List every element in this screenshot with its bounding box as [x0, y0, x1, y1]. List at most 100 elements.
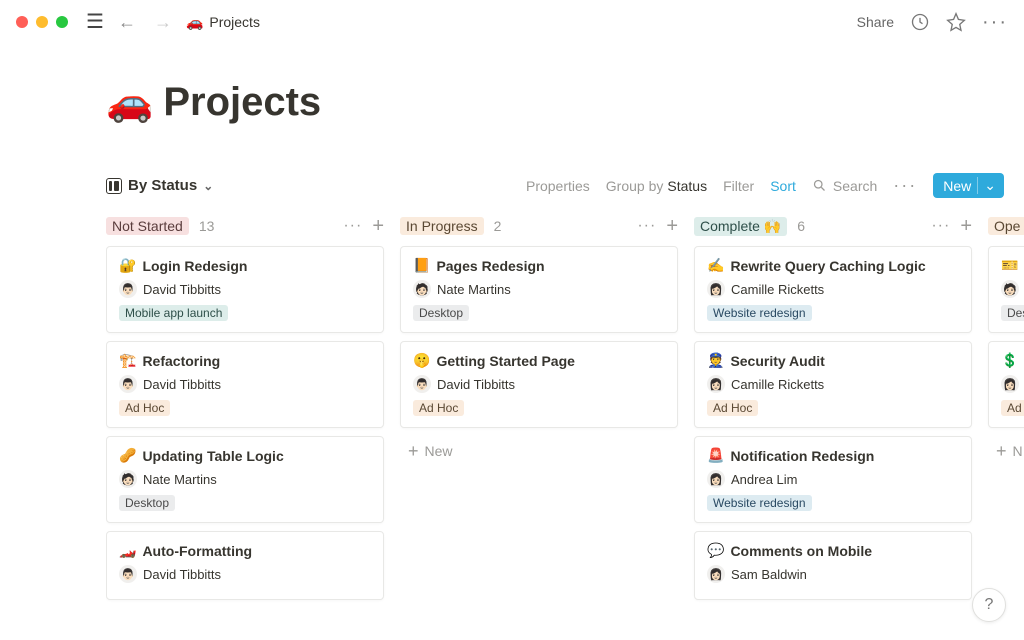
card-icon: 👮 [707, 352, 724, 369]
board-column: Complete 🙌6···+✍️Rewrite Query Caching L… [694, 216, 972, 608]
window-close[interactable] [16, 16, 28, 28]
avatar: 👩🏻 [1001, 375, 1019, 393]
assignee-name: Camille Ricketts [731, 282, 824, 297]
groupby-value: Status [667, 178, 707, 194]
breadcrumb-icon: 🚗 [186, 14, 203, 31]
card[interactable]: 👮Security Audit👩🏻Camille RickettsAd Hoc [694, 341, 972, 428]
card[interactable]: 🏎️Auto-Formatting👨🏻David Tibbitts [106, 531, 384, 600]
page-title: 🚗 Projects [106, 80, 1024, 125]
column-more-icon[interactable]: ··· [343, 217, 362, 235]
card-icon: 🎫 [1001, 257, 1018, 274]
card-assignee: 👨🏻David Tibbitts [413, 375, 665, 393]
traffic-lights [16, 16, 68, 28]
chevron-down-icon: ⌄ [203, 179, 213, 193]
help-button[interactable]: ? [972, 588, 1006, 622]
card-title-text: Rewrite Query Caching Logic [730, 258, 925, 274]
column-header: Complete 🙌6···+ [694, 216, 972, 236]
search-button[interactable]: Search [812, 178, 877, 194]
column-header: Ope···+ [988, 216, 1024, 236]
card[interactable]: 🎫P🧑🏻NDes [988, 246, 1024, 333]
card-assignee: 🧑🏻Nate Martins [413, 280, 665, 298]
column-name[interactable]: Not Started [106, 217, 189, 235]
avatar: 👩🏻 [707, 565, 725, 583]
more-icon[interactable]: ··· [982, 11, 1008, 34]
breadcrumb[interactable]: 🚗 Projects [186, 14, 260, 31]
assignee-name: David Tibbitts [143, 377, 221, 392]
add-card-button[interactable]: +N [988, 436, 1024, 466]
column-more-icon[interactable]: ··· [637, 217, 656, 235]
menu-icon[interactable]: ☰ [86, 12, 104, 32]
topbar: ☰ ← → 🚗 Projects Share ··· [0, 0, 1024, 44]
nav-forward[interactable]: → [150, 10, 176, 35]
card-title-text: Pages Redesign [436, 258, 544, 274]
nav-back[interactable]: ← [114, 10, 140, 35]
avatar: 🧑🏻 [119, 470, 137, 488]
add-card-label: N [1013, 443, 1023, 459]
card-assignee: 🧑🏻Nate Martins [119, 470, 371, 488]
filter-button[interactable]: Filter [723, 178, 754, 194]
assignee-name: Camille Ricketts [731, 377, 824, 392]
card-title: 🤫Getting Started Page [413, 352, 665, 369]
card[interactable]: 📙Pages Redesign🧑🏻Nate MartinsDesktop [400, 246, 678, 333]
card[interactable]: 🚨Notification Redesign 👩🏻Andrea Lim Websit… [694, 436, 972, 523]
search-label: Search [833, 178, 877, 194]
card-title: 🔐Login Redesign [119, 257, 371, 274]
column-more-icon[interactable]: ··· [931, 217, 950, 235]
column-add-icon[interactable]: + [666, 216, 678, 236]
card-title: 🚨Notification Redesign [707, 447, 959, 464]
card-tag: Website redesign [707, 305, 812, 321]
avatar: 👩🏻 [707, 470, 725, 488]
card-icon: 💬 [707, 542, 724, 559]
properties-button[interactable]: Properties [526, 178, 590, 194]
view-select[interactable]: By Status ⌄ [106, 177, 213, 194]
card[interactable]: 🥜Updating Table Logic🧑🏻Nate MartinsDeskt… [106, 436, 384, 523]
card[interactable]: 🏗️Refactoring👨🏻David TibbittsAd Hoc [106, 341, 384, 428]
avatar: 👨🏻 [119, 375, 137, 393]
card[interactable]: 💲P👩🏻CAd [988, 341, 1024, 428]
new-button[interactable]: New ⌄ [933, 173, 1004, 198]
column-header: Not Started 13 ··· + [106, 216, 384, 236]
assignee-name: David Tibbitts [143, 282, 221, 297]
share-button[interactable]: Share [857, 14, 894, 30]
groupby-prefix: Group by [606, 178, 664, 194]
card-icon: 🥜 [119, 447, 136, 464]
card[interactable]: ✍️Rewrite Query Caching Logic👩🏻Camille R… [694, 246, 972, 333]
card-icon: 🔐 [119, 257, 136, 274]
add-card-button[interactable]: + New [400, 436, 678, 466]
card[interactable]: 🤫Getting Started Page👨🏻David TibbittsAd … [400, 341, 678, 428]
page-icon[interactable]: 🚗 [106, 81, 153, 125]
board-column: In Progress 2 ··· + 📙 Pages Redesign 🧑🏻Nate Ma… [400, 216, 678, 608]
column-name[interactable]: Complete 🙌 [694, 217, 787, 236]
window-minimize[interactable] [36, 16, 48, 28]
column-add-icon[interactable]: + [960, 216, 972, 236]
groupby-button[interactable]: Group by Status [606, 178, 707, 194]
card-title-text: Notification Redesign [730, 448, 874, 464]
avatar: 🧑🏻 [413, 280, 431, 298]
card-assignee: 👩🏻Andrea Lim [707, 470, 959, 488]
card-tag: Des [1001, 305, 1024, 321]
column-name[interactable]: In Progress [400, 217, 484, 235]
column-add-icon[interactable]: + [372, 216, 384, 236]
card-title-text: Comments on Mobile [730, 543, 872, 559]
card-assignee: 👨🏻David Tibbitts [119, 565, 371, 583]
view-more-icon[interactable]: ··· [893, 175, 917, 196]
column-name[interactable]: Ope [988, 217, 1024, 235]
star-icon[interactable] [946, 12, 966, 32]
card[interactable]: 🔐Login Redesign👨🏻David TibbittsMobile ap… [106, 246, 384, 333]
card-icon: 🏗️ [119, 352, 136, 369]
page-content: 🚗 Projects By Status ⌄ Properties Group … [0, 44, 1024, 608]
card-title: 🏗️Refactoring [119, 352, 371, 369]
card-tag: Desktop [119, 495, 175, 511]
column-count: 2 [494, 218, 502, 234]
card-title: 👮Security Audit [707, 352, 959, 369]
card-tag: Website redesign [707, 495, 812, 511]
plus-icon: + [408, 442, 419, 460]
column-count: 13 [199, 218, 215, 234]
clock-icon[interactable] [910, 12, 930, 32]
window-maximize[interactable] [56, 16, 68, 28]
add-card-label: New [425, 443, 453, 459]
card-assignee: 👩🏻Camille Ricketts [707, 280, 959, 298]
sort-button[interactable]: Sort [770, 178, 796, 194]
card-icon: 📙 [413, 257, 430, 274]
card[interactable]: 💬Comments on Mobile👩🏻Sam Baldwin [694, 531, 972, 600]
